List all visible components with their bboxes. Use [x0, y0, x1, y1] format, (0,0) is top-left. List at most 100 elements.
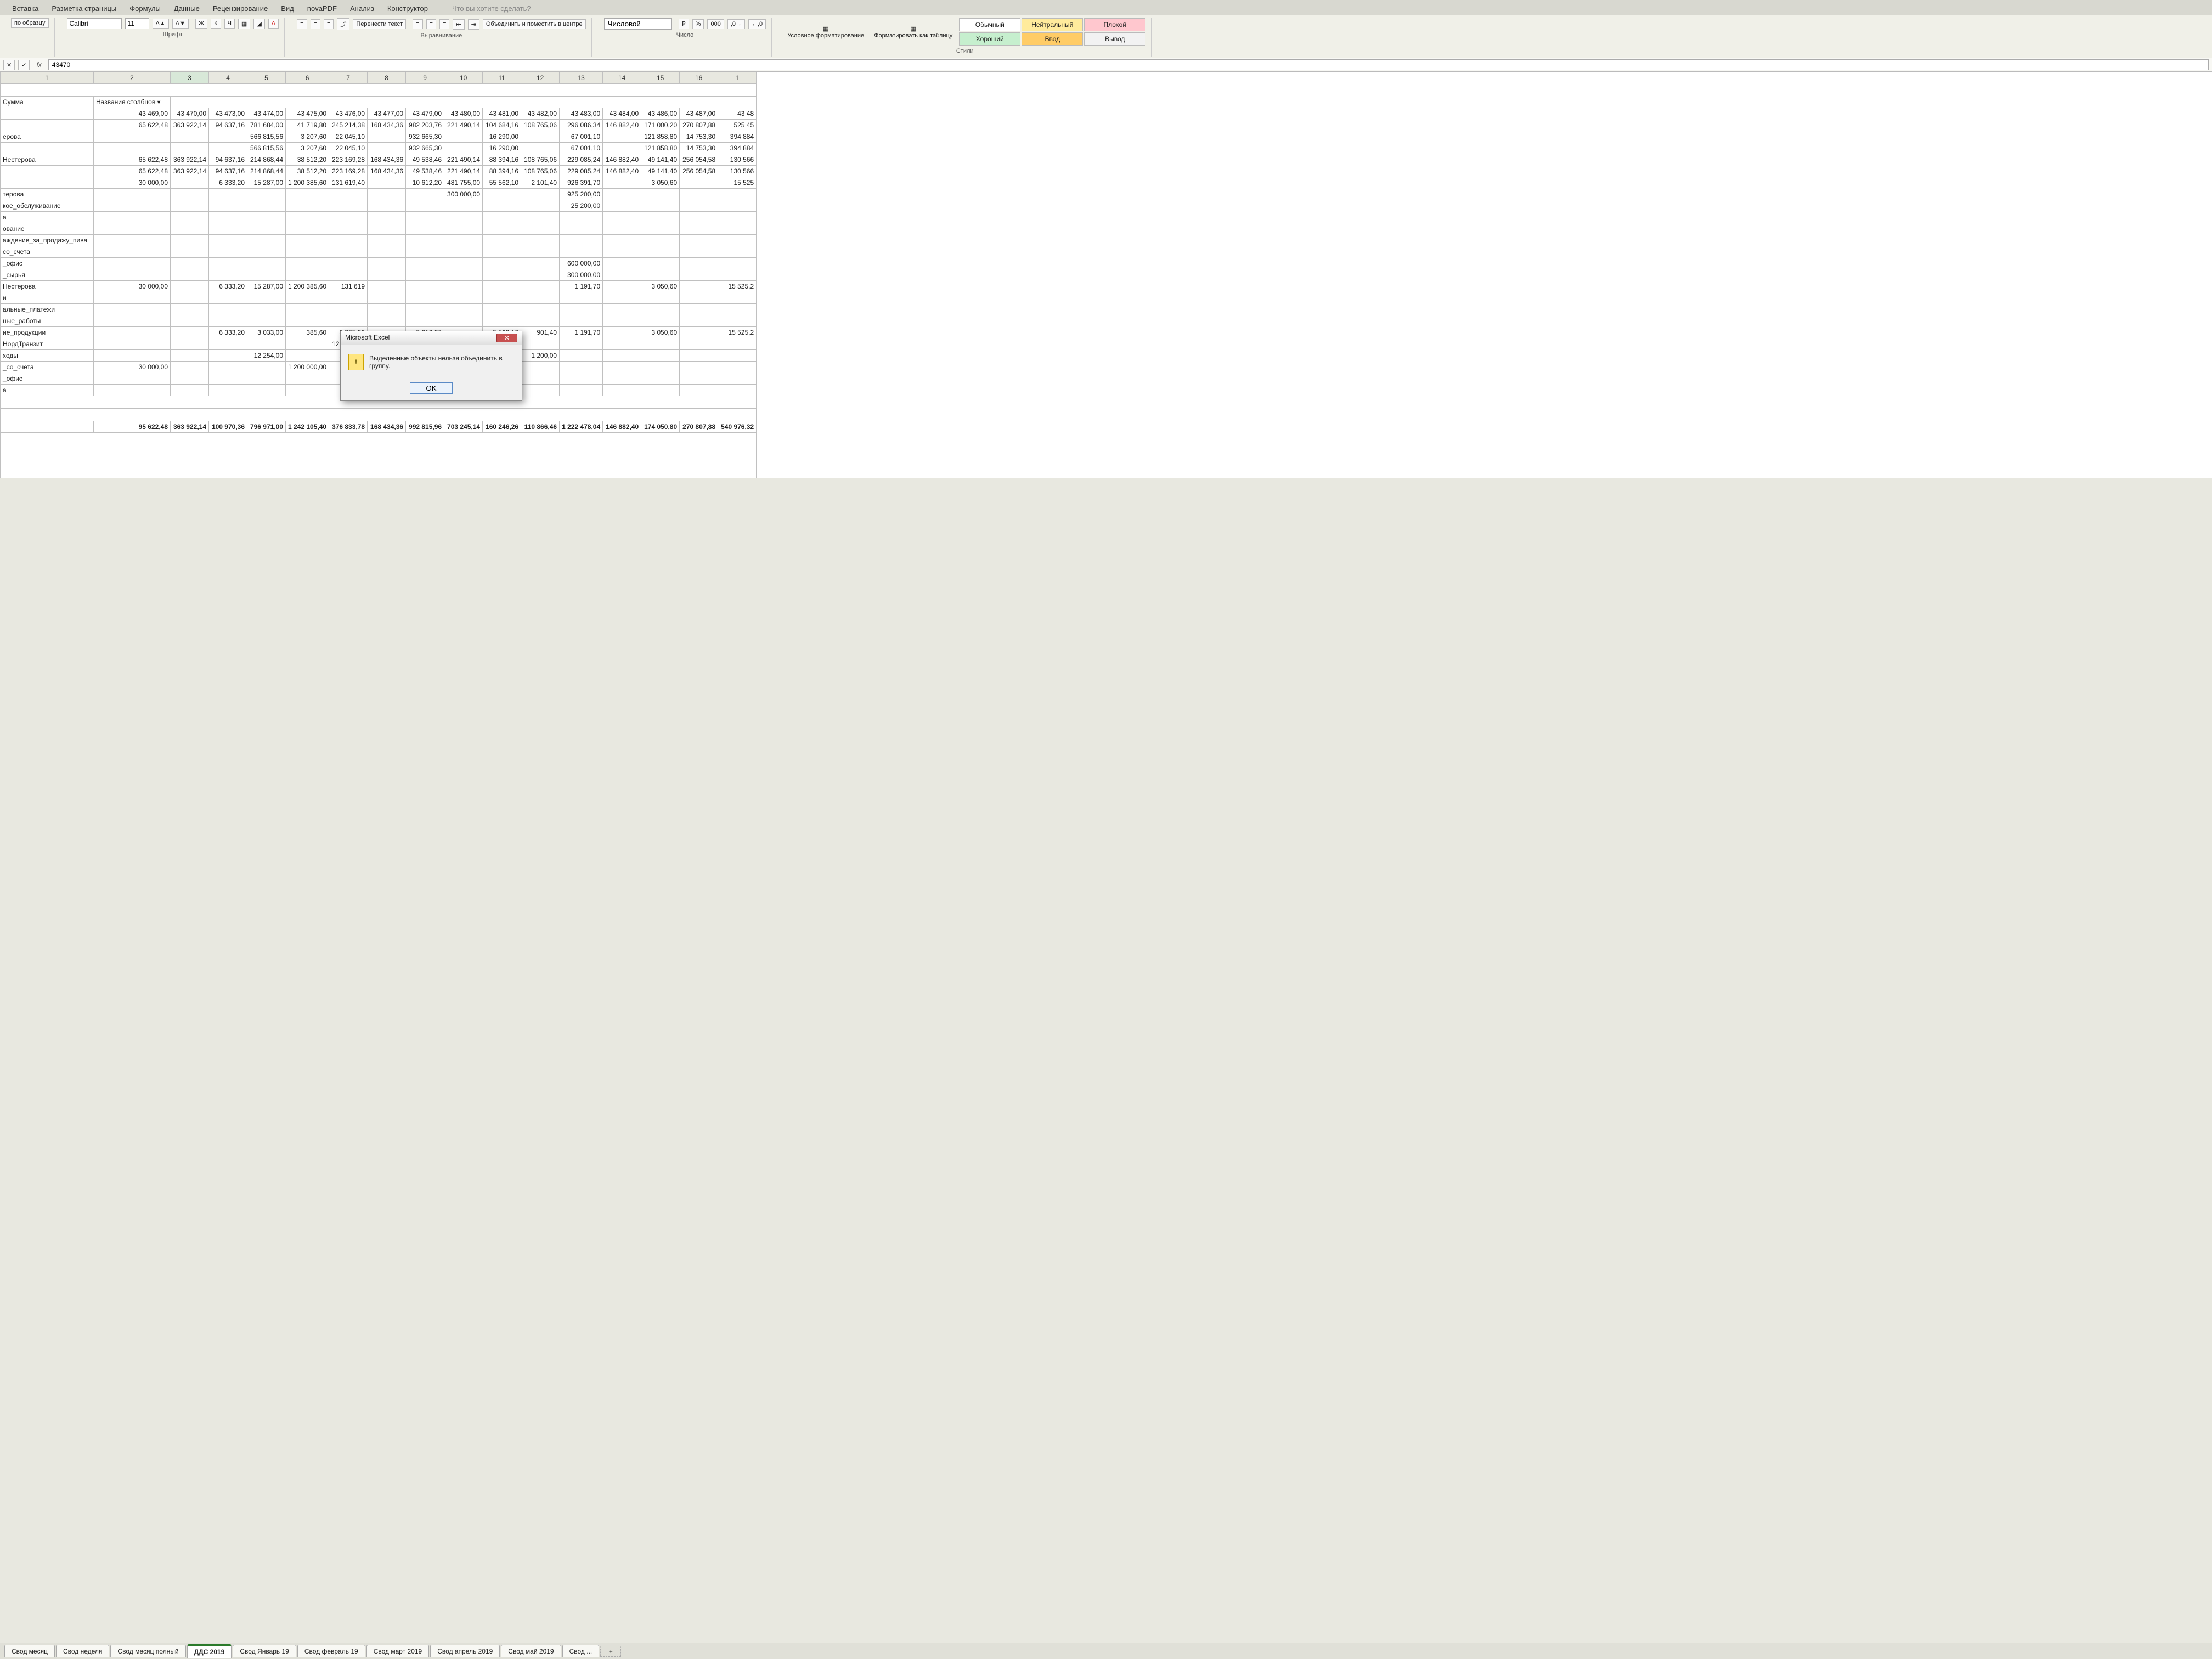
cell[interactable] — [483, 200, 521, 212]
cell[interactable] — [247, 200, 286, 212]
cell[interactable] — [444, 223, 483, 235]
cell[interactable]: 3 207,60 — [286, 131, 329, 143]
cell[interactable] — [521, 200, 560, 212]
cell[interactable]: 168 434,36 — [368, 154, 406, 166]
cell[interactable]: 55 562,10 — [483, 177, 521, 189]
cell[interactable] — [368, 189, 406, 200]
col-header-14[interactable]: 14 — [603, 72, 641, 84]
cell[interactable] — [171, 304, 209, 315]
orientation-icon[interactable]: ⤴ — [337, 18, 349, 30]
align-bottom-icon[interactable]: ≡ — [324, 19, 334, 29]
font-color-icon[interactable]: A — [268, 19, 279, 29]
style-normal[interactable]: Обычный — [959, 18, 1020, 31]
cell[interactable] — [718, 338, 757, 350]
cell[interactable] — [171, 258, 209, 269]
cell[interactable] — [94, 304, 171, 315]
cell[interactable] — [718, 373, 757, 385]
cell[interactable] — [521, 235, 560, 246]
cell[interactable] — [603, 281, 641, 292]
col-header-2[interactable]: 2 — [94, 72, 171, 84]
cell[interactable] — [171, 373, 209, 385]
cell[interactable] — [560, 315, 603, 327]
cell[interactable] — [521, 281, 560, 292]
cell[interactable] — [641, 338, 680, 350]
cell[interactable] — [171, 235, 209, 246]
cell[interactable]: 2 101,40 — [521, 177, 560, 189]
cell[interactable] — [718, 304, 757, 315]
cell[interactable] — [368, 235, 406, 246]
thousands-button[interactable]: 000 — [707, 19, 724, 29]
cell[interactable] — [406, 200, 444, 212]
cell[interactable] — [680, 373, 718, 385]
cell[interactable]: 223 169,28 — [329, 154, 368, 166]
cell[interactable] — [521, 304, 560, 315]
cell[interactable]: 43 48 — [718, 108, 757, 120]
cell[interactable]: 270 807,88 — [680, 421, 718, 433]
cell[interactable] — [171, 292, 209, 304]
cell[interactable]: 16 290,00 — [483, 131, 521, 143]
cell[interactable] — [521, 258, 560, 269]
cell[interactable] — [209, 258, 247, 269]
cell[interactable]: 1 200 000,00 — [286, 362, 329, 373]
col-header-9[interactable]: 9 — [406, 72, 444, 84]
cell[interactable] — [94, 200, 171, 212]
cell[interactable]: 1 242 105,40 — [286, 421, 329, 433]
cell[interactable] — [171, 315, 209, 327]
cell[interactable] — [94, 212, 171, 223]
column-names-dropdown[interactable]: Названия столбцов ▾ — [94, 97, 171, 108]
cell[interactable] — [286, 212, 329, 223]
cell[interactable]: 229 085,24 — [560, 154, 603, 166]
cell[interactable] — [641, 212, 680, 223]
cell[interactable] — [641, 304, 680, 315]
cell[interactable] — [444, 292, 483, 304]
cell[interactable] — [560, 338, 603, 350]
cell[interactable]: 363 922,14 — [171, 120, 209, 131]
cell[interactable]: 481 755,00 — [444, 177, 483, 189]
cell[interactable]: 300 000,00 — [444, 189, 483, 200]
cell[interactable] — [209, 373, 247, 385]
increase-indent-icon[interactable]: ⇥ — [468, 19, 479, 30]
cell[interactable] — [247, 258, 286, 269]
cell[interactable]: 146 882,40 — [603, 166, 641, 177]
cell[interactable] — [209, 143, 247, 154]
cell[interactable] — [521, 338, 560, 350]
cell[interactable] — [286, 385, 329, 396]
tab-view[interactable]: Вид — [274, 2, 301, 15]
cell[interactable] — [641, 235, 680, 246]
cell[interactable]: 43 470,00 — [171, 108, 209, 120]
cell[interactable] — [718, 350, 757, 362]
cell[interactable] — [406, 281, 444, 292]
cell[interactable] — [680, 177, 718, 189]
cell[interactable]: 43 481,00 — [483, 108, 521, 120]
cell[interactable]: 1 191,70 — [560, 327, 603, 338]
cell[interactable]: 256 054,58 — [680, 166, 718, 177]
wrap-text-button[interactable]: Перенести текст — [353, 19, 406, 29]
conditional-format-button[interactable]: ▦ Условное форматирование — [784, 24, 867, 40]
name-box-confirm-icon[interactable]: ✓ — [18, 60, 30, 70]
cell[interactable] — [247, 304, 286, 315]
cell[interactable]: 221 490,14 — [444, 120, 483, 131]
cell[interactable] — [368, 269, 406, 281]
cell[interactable] — [521, 292, 560, 304]
cell[interactable]: 95 622,48 — [94, 421, 171, 433]
font-size[interactable] — [125, 18, 149, 29]
cell[interactable]: 94 637,16 — [209, 166, 247, 177]
cell[interactable]: 1 191,70 — [560, 281, 603, 292]
cell[interactable]: 38 512,20 — [286, 154, 329, 166]
cell[interactable]: 174 050,80 — [641, 421, 680, 433]
cell[interactable] — [209, 235, 247, 246]
cell[interactable] — [171, 177, 209, 189]
cell[interactable] — [94, 315, 171, 327]
cell[interactable] — [171, 131, 209, 143]
cell[interactable]: 363 922,14 — [171, 421, 209, 433]
cell[interactable] — [286, 269, 329, 281]
cell[interactable] — [641, 315, 680, 327]
cell[interactable] — [603, 304, 641, 315]
cell[interactable] — [521, 131, 560, 143]
cell[interactable] — [286, 189, 329, 200]
cell[interactable] — [247, 362, 286, 373]
cell[interactable]: 43 476,00 — [329, 108, 368, 120]
sheet-tab[interactable]: Свод ... — [562, 1645, 600, 1657]
cell[interactable] — [171, 338, 209, 350]
tab-formulas[interactable]: Формулы — [123, 2, 167, 15]
